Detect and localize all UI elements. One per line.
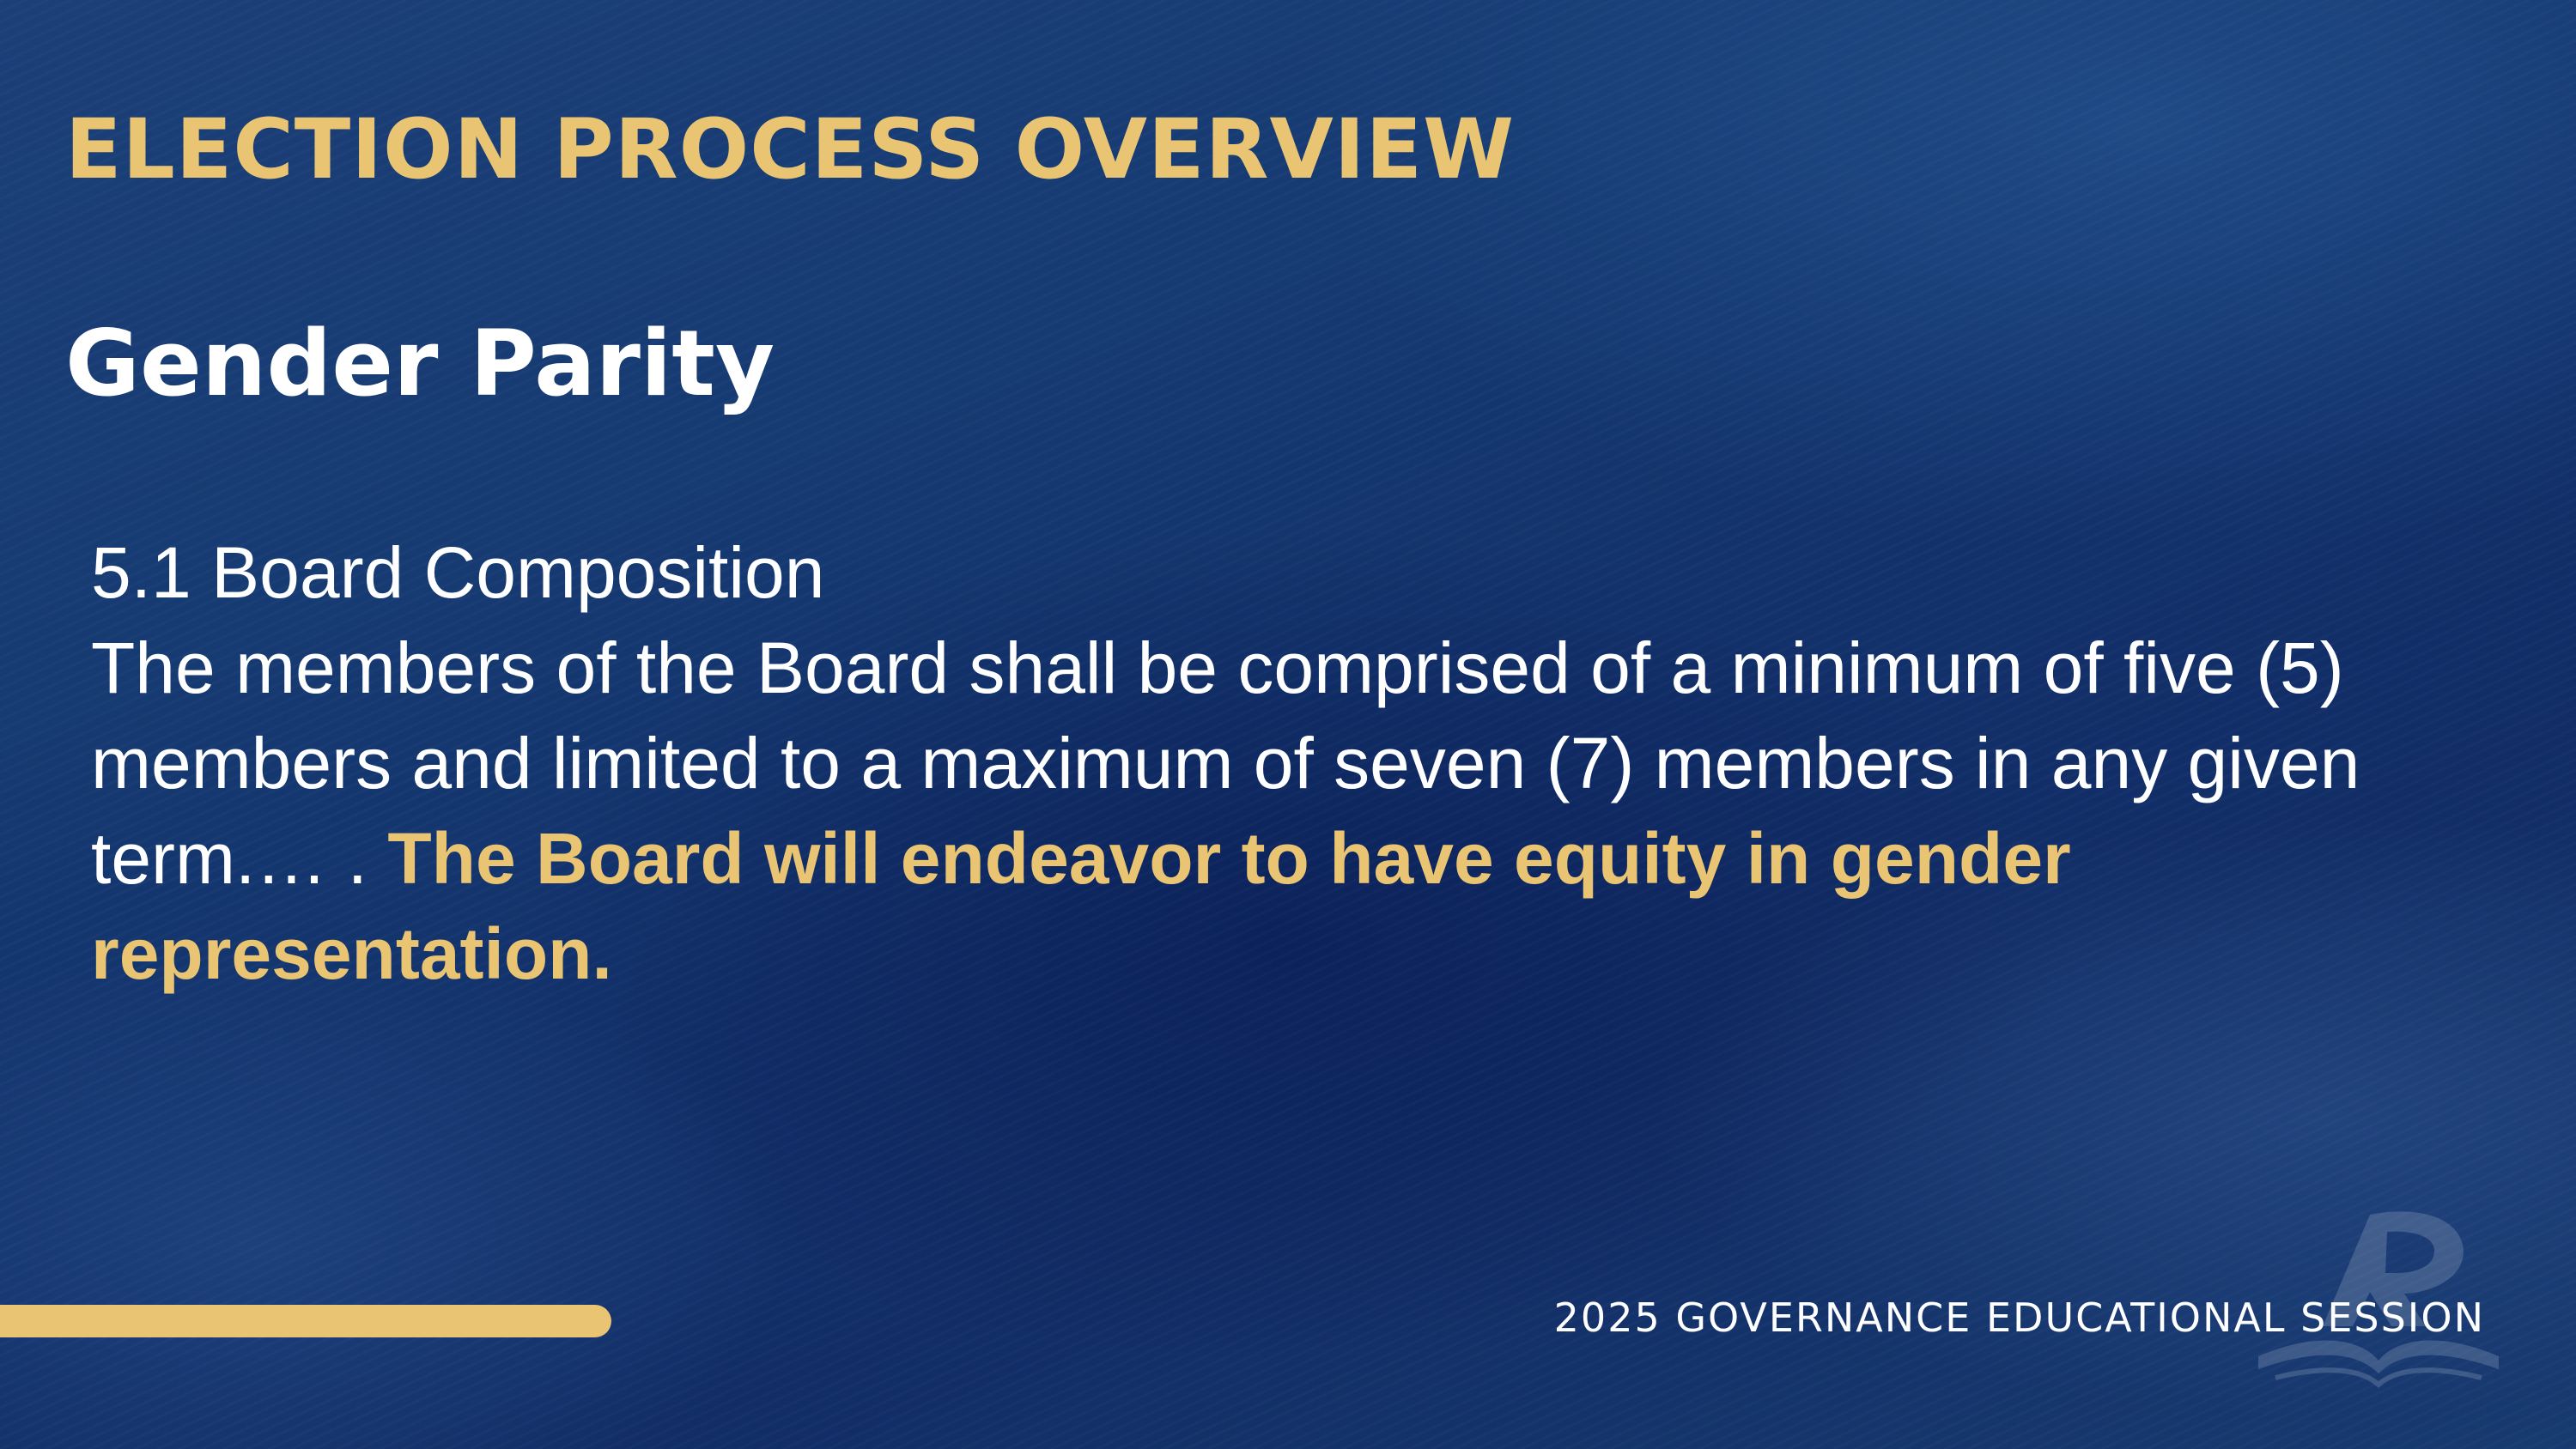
- slide-subheading: Gender Parity: [65, 311, 775, 416]
- slide-heading: ELECTION PROCESS OVERVIEW: [65, 101, 1515, 197]
- highlight-text: The Board will endeavor to have equity i…: [91, 818, 2071, 994]
- body-content: 5.1 Board Composition The members of the…: [91, 525, 2495, 1002]
- slide: ELECTION PROCESS OVERVIEW Gender Parity …: [0, 0, 2576, 1449]
- accent-bar: [0, 1305, 611, 1337]
- section-title: 5.1 Board Composition: [91, 532, 825, 613]
- footer-text: 2025 GOVERNANCE EDUCATIONAL SESSION: [1553, 1294, 2485, 1341]
- section-paragraph: The members of the Board shall be compri…: [91, 621, 2495, 1002]
